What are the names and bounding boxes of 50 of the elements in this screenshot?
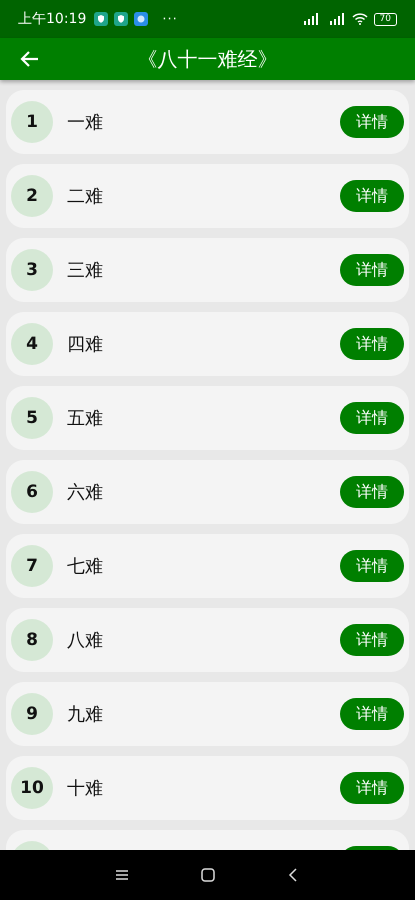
battery-indicator: 70 (374, 12, 397, 26)
list-card[interactable]: 6 六难 详情 (6, 460, 409, 524)
list-card[interactable]: 10 十难 详情 (6, 756, 409, 820)
page-title: 《八十一难经》 (138, 46, 278, 72)
details-button[interactable]: 详情 (340, 772, 404, 804)
number-badge: 6 (11, 471, 53, 513)
item-title: 十难 (67, 777, 104, 800)
item-title: 一难 (67, 111, 104, 134)
details-button[interactable]: 详情 (340, 402, 404, 434)
item-title: 七难 (67, 555, 104, 578)
number-badge: 8 (11, 619, 53, 661)
list-card[interactable]: 9 九难 详情 (6, 682, 409, 746)
item-title: 二难 (67, 185, 104, 208)
list-card[interactable]: 5 五难 详情 (6, 386, 409, 450)
number-badge: 2 (11, 175, 53, 217)
number-badge: 10 (11, 767, 53, 809)
more-notifications: ··· (162, 12, 178, 26)
item-title: 四难 (67, 333, 104, 356)
clock: 上午10:19 (18, 10, 86, 28)
home-icon[interactable] (200, 867, 216, 883)
number-badge: 5 (11, 397, 53, 439)
details-button[interactable]: 详情 (340, 180, 404, 212)
bubble-app-icon (134, 12, 148, 26)
list-card[interactable]: 8 八难 详情 (6, 608, 409, 672)
item-title: 六难 (67, 481, 104, 504)
item-title: 九难 (67, 703, 104, 726)
list-card[interactable]: 1 一难 详情 (6, 90, 409, 154)
item-title: 三难 (67, 259, 104, 282)
list-card[interactable]: 4 四难 详情 (6, 312, 409, 376)
shield-app-icon (94, 12, 108, 26)
details-button[interactable]: 详情 (340, 254, 404, 286)
number-badge: 3 (11, 249, 53, 291)
number-badge: 1 (11, 101, 53, 143)
back-arrow-icon[interactable] (20, 49, 40, 69)
item-title: 五难 (67, 407, 104, 430)
number-badge: 4 (11, 323, 53, 365)
item-title: 八难 (67, 629, 104, 652)
list-card[interactable]: 3 三难 详情 (6, 238, 409, 302)
shield-app-icon (114, 12, 128, 26)
list-card[interactable]: 7 七难 详情 (6, 534, 409, 598)
list-card[interactable]: 2 二难 详情 (6, 164, 409, 228)
details-button[interactable]: 详情 (340, 550, 404, 582)
details-button[interactable]: 详情 (340, 624, 404, 656)
details-button[interactable]: 详情 (340, 328, 404, 360)
number-badge: 9 (11, 693, 53, 735)
details-button[interactable]: 详情 (340, 476, 404, 508)
details-button[interactable]: 详情 (340, 106, 404, 138)
wifi-icon (352, 13, 368, 25)
details-button[interactable]: 详情 (340, 698, 404, 730)
number-badge: 7 (11, 545, 53, 587)
